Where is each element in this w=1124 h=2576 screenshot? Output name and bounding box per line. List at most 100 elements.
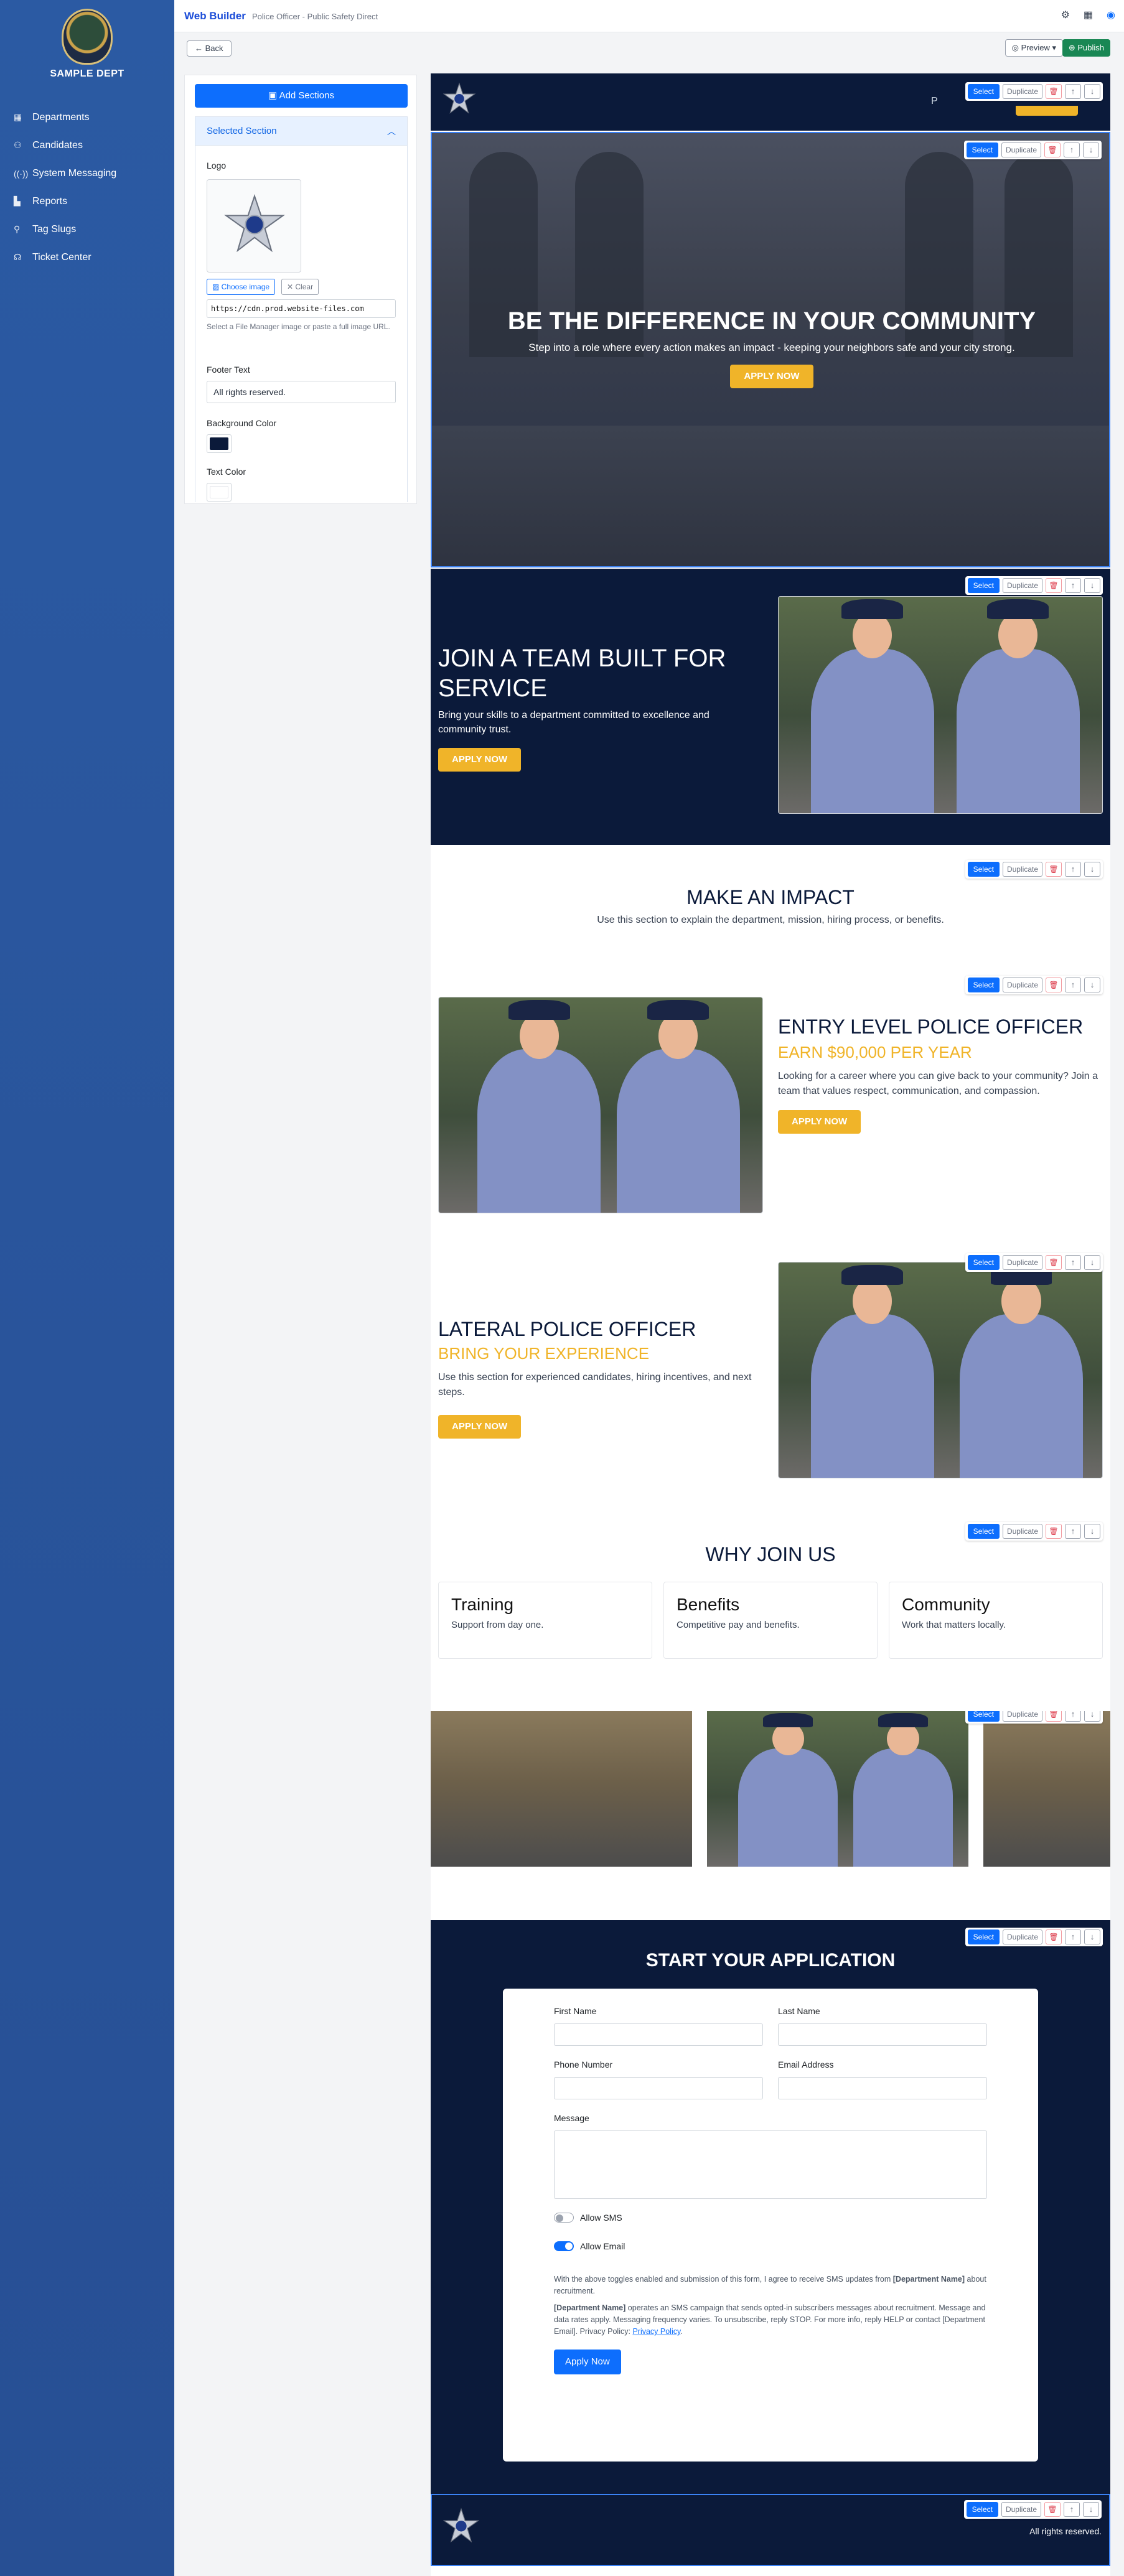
select-section-button[interactable]: Select	[966, 142, 998, 157]
duplicate-section-button[interactable]: Duplicate	[1001, 2502, 1041, 2517]
email-field[interactable]	[778, 2077, 987, 2099]
arrow-up-icon[interactable]: ↑	[1065, 1524, 1081, 1539]
arrow-down-icon[interactable]: ↓	[1084, 862, 1100, 877]
gear-icon[interactable]: ⚙	[1061, 9, 1070, 21]
section-controls: Select Duplicate 🗑 ↑ ↓	[963, 141, 1102, 159]
arrow-up-icon[interactable]: ↑	[1065, 1255, 1081, 1270]
arrow-up-icon[interactable]: ↑	[1065, 84, 1081, 99]
phone-label: Phone Number	[554, 2060, 613, 2070]
publish-button[interactable]: ⊕ Publish	[1062, 39, 1110, 57]
trash-icon[interactable]: 🗑	[1046, 578, 1062, 593]
logo-url-input[interactable]: https://cdn.prod.website-files.com	[207, 299, 396, 318]
select-section-button[interactable]: Select	[967, 862, 1000, 877]
duplicate-section-button[interactable]: Duplicate	[1001, 142, 1041, 157]
select-section-button[interactable]: Select	[967, 978, 1000, 992]
select-section-button[interactable]: Select	[967, 1711, 1000, 1722]
allow-sms-toggle[interactable]	[554, 2213, 574, 2223]
trash-icon[interactable]: 🗑	[1046, 84, 1062, 99]
arrow-down-icon[interactable]: ↓	[1084, 1255, 1100, 1270]
arrow-down-icon[interactable]: ↓	[1084, 578, 1100, 593]
first-name-field[interactable]	[554, 2023, 763, 2046]
card-title: Community	[902, 1595, 990, 1614]
application-section[interactable]: START YOUR APPLICATION First Name Last N…	[431, 1920, 1110, 2494]
select-section-button[interactable]: Select	[967, 1930, 1000, 1944]
footer-text-input[interactable]: All rights reserved.	[207, 381, 396, 403]
selected-section-header[interactable]: Selected Section ︿	[195, 117, 407, 146]
duplicate-section-button[interactable]: Duplicate	[1002, 578, 1042, 593]
arrow-down-icon[interactable]: ↓	[1084, 1930, 1100, 1944]
make-an-impact-section[interactable]: MAKE AN IMPACT Use this section to expla…	[431, 845, 1110, 958]
select-section-button[interactable]: Select	[967, 1524, 1000, 1539]
phone-field[interactable]	[554, 2077, 763, 2099]
sidebar-item-departments[interactable]: ▦ Departments	[0, 103, 174, 131]
last-name-field[interactable]	[778, 2023, 987, 2046]
trash-icon[interactable]: 🗑	[1046, 1524, 1062, 1539]
header-section[interactable]: P Select Duplicate 🗑 ↑ ↓	[431, 73, 1110, 131]
sidebar-item-system-messaging[interactable]: ((·)) System Messaging	[0, 159, 174, 187]
privacy-policy-link[interactable]: Privacy Policy	[632, 2327, 680, 2336]
arrow-down-icon[interactable]: ↓	[1084, 978, 1100, 992]
sidebar-item-candidates[interactable]: ⚇ Candidates	[0, 131, 174, 159]
select-section-button[interactable]: Select	[967, 578, 1000, 593]
footer-section[interactable]: All rights reserved. Select Duplicate 🗑 …	[431, 2494, 1110, 2566]
duplicate-section-button[interactable]: Duplicate	[1002, 1255, 1042, 1270]
arrow-up-icon[interactable]: ↑	[1064, 2502, 1080, 2517]
allow-email-toggle[interactable]	[554, 2241, 574, 2251]
arrow-down-icon[interactable]: ↓	[1084, 1524, 1100, 1539]
arrow-up-icon[interactable]: ↑	[1065, 578, 1081, 593]
add-sections-button[interactable]: ▣ Add Sections	[195, 84, 408, 108]
footer-text-label: Footer Text	[207, 365, 250, 375]
select-section-button[interactable]: Select	[967, 1255, 1000, 1270]
select-section-button[interactable]: Select	[966, 2502, 998, 2517]
sidebar-item-reports[interactable]: ▙ Reports	[0, 187, 174, 215]
duplicate-section-button[interactable]: Duplicate	[1002, 978, 1042, 992]
apps-grid-icon[interactable]: ▦	[1084, 9, 1093, 21]
arrow-up-icon[interactable]: ↑	[1064, 142, 1080, 157]
arrow-up-icon[interactable]: ↑	[1065, 1930, 1081, 1944]
header-apply-button[interactable]	[1016, 106, 1078, 116]
trash-icon[interactable]: 🗑	[1044, 142, 1061, 157]
trash-icon[interactable]: 🗑	[1046, 862, 1062, 877]
trash-icon[interactable]: 🗑	[1046, 1711, 1062, 1722]
arrow-up-icon[interactable]: ↑	[1065, 862, 1081, 877]
arrow-up-icon[interactable]: ↑	[1065, 978, 1081, 992]
preview-dropdown-button[interactable]: ◎ Preview ▾	[1005, 39, 1063, 57]
user-circle-icon[interactable]: ◉	[1107, 9, 1115, 21]
photo-gallery-section[interactable]: Select Duplicate 🗑 ↑ ↓	[431, 1711, 1110, 1867]
arrow-down-icon[interactable]: ↓	[1083, 2502, 1099, 2517]
sidebar-item-ticket-center[interactable]: ☊ Ticket Center	[0, 243, 174, 271]
arrow-up-icon[interactable]: ↑	[1065, 1711, 1081, 1722]
message-textarea[interactable]	[554, 2130, 987, 2199]
choose-image-button[interactable]: ▨ Choose image	[207, 279, 276, 295]
entry-apply-button[interactable]: APPLY NOW	[778, 1110, 861, 1134]
trash-icon[interactable]: 🗑	[1046, 1930, 1062, 1944]
duplicate-section-button[interactable]: Duplicate	[1002, 1711, 1042, 1722]
hero-apply-button[interactable]: APPLY NOW	[730, 365, 813, 388]
back-button[interactable]: ← Back	[187, 40, 232, 57]
background-color-picker[interactable]	[207, 434, 232, 453]
apply-now-submit-button[interactable]: Apply Now	[554, 2350, 621, 2374]
lateral-apply-button[interactable]: APPLY NOW	[438, 1415, 522, 1439]
arrow-down-icon[interactable]: ↓	[1083, 142, 1099, 157]
sidebar-item-tag-slugs[interactable]: ⚲ Tag Slugs	[0, 215, 174, 243]
duplicate-section-button[interactable]: Duplicate	[1002, 862, 1042, 877]
arrow-down-icon[interactable]: ↓	[1084, 1711, 1100, 1722]
entry-level-section[interactable]: ENTRY LEVEL POLICE OFFICER EARN $90,000 …	[431, 958, 1110, 1237]
trash-icon[interactable]: 🗑	[1044, 2502, 1061, 2517]
duplicate-section-button[interactable]: Duplicate	[1002, 84, 1042, 99]
hero-section[interactable]: BE THE DIFFERENCE IN YOUR COMMUNITY Step…	[431, 132, 1110, 567]
select-section-button[interactable]: Select	[967, 84, 1000, 99]
clear-image-button[interactable]: ✕ Clear	[281, 279, 319, 295]
trash-icon[interactable]: 🗑	[1046, 1255, 1062, 1270]
trash-icon[interactable]: 🗑	[1046, 978, 1062, 992]
why-join-us-section[interactable]: WHY JOIN US Training Support from day one…	[431, 1516, 1110, 1684]
text-color-swatch	[210, 486, 228, 498]
text-color-picker[interactable]	[207, 483, 232, 502]
arrow-down-icon[interactable]: ↓	[1084, 84, 1100, 99]
lateral-section[interactable]: LATERAL POLICE OFFICER BRING YOUR EXPERI…	[431, 1237, 1110, 1516]
team-apply-button[interactable]: APPLY NOW	[438, 748, 522, 772]
section-controls: Select Duplicate 🗑 ↑ ↓	[965, 82, 1103, 101]
duplicate-section-button[interactable]: Duplicate	[1002, 1524, 1042, 1539]
join-team-section[interactable]: JOIN A TEAM BUILT FOR SERVICE Bring your…	[431, 569, 1110, 845]
duplicate-section-button[interactable]: Duplicate	[1002, 1930, 1042, 1944]
